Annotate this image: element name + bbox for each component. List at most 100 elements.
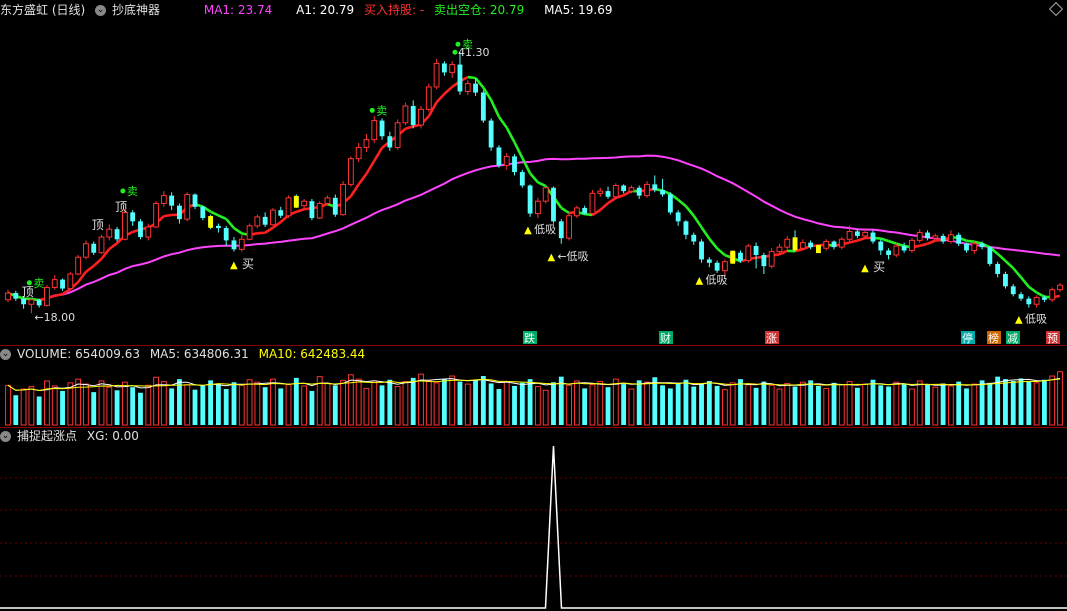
candle [75, 256, 82, 275]
candle [808, 242, 814, 248]
candle [1003, 274, 1008, 287]
volume-bar [675, 382, 681, 425]
volume-bar [699, 384, 704, 425]
candle [457, 64, 463, 92]
xg-signal-line [0, 445, 1067, 609]
signal-candle [792, 237, 798, 251]
candle [566, 215, 572, 239]
volume-bar [496, 389, 502, 425]
candle [597, 190, 604, 194]
candle [947, 234, 954, 243]
trend-line-segment [996, 252, 1007, 262]
trend-line-segment [505, 127, 516, 144]
candle [699, 241, 704, 260]
volume-bar [1018, 378, 1024, 425]
sell-dot [455, 41, 461, 47]
trend-line-segment [405, 125, 414, 131]
volume-bar [67, 382, 74, 426]
candle [932, 235, 939, 239]
trend-line-segment [537, 181, 547, 188]
candle [644, 183, 650, 197]
candle [316, 202, 323, 219]
volume-bar [761, 381, 767, 425]
candle [605, 191, 611, 197]
trend-line-segment [1035, 291, 1046, 298]
volume-bar [589, 384, 596, 426]
candle [722, 261, 728, 272]
candle [238, 238, 245, 250]
sell-dot [120, 188, 126, 194]
trend-line-segment [919, 242, 928, 248]
trend-line-segment [295, 207, 305, 214]
volume-bar [542, 389, 549, 426]
candle [215, 225, 221, 229]
trend-line-segment [54, 292, 63, 298]
sell-label: 卖 [376, 104, 387, 117]
volume-bar [223, 389, 229, 425]
candle [582, 207, 588, 214]
candle [91, 243, 97, 253]
buy-label: 买 [242, 257, 254, 271]
volume-bar [192, 389, 198, 425]
volume-bar [433, 382, 440, 426]
trend-line-segment [1004, 259, 1015, 270]
trend-line-segment [927, 239, 936, 245]
trend-line-segment [599, 202, 609, 211]
volume-bar [28, 386, 35, 426]
volume-bar [51, 385, 58, 426]
volume-bar [208, 380, 214, 425]
candle [449, 64, 456, 73]
trend-line-segment [435, 92, 446, 104]
volume-bar [551, 382, 556, 425]
volume-bar [363, 387, 370, 426]
trend-line-segment [880, 237, 889, 243]
volume-bar [75, 378, 82, 426]
candle [1049, 289, 1056, 301]
candle [854, 231, 860, 236]
volume-bar [667, 388, 673, 425]
volume-bar [660, 385, 665, 425]
candle [340, 183, 346, 216]
volume-bar [340, 379, 346, 426]
candle [831, 241, 837, 248]
signal-candle [293, 195, 299, 208]
volume-bar [332, 385, 338, 425]
candle [410, 106, 416, 126]
candle [667, 194, 673, 213]
signal-candle [816, 245, 821, 254]
candle [987, 247, 993, 264]
volume-bar [838, 384, 845, 426]
volume-bar [940, 383, 946, 425]
trend-line-segment [108, 242, 118, 251]
volume-bar [628, 388, 635, 426]
trend-line-segment [849, 239, 858, 244]
stock-chart[interactable]: 41.30←18.00卖卖卖卖顶顶顶▲ 买 ▲ 买▲ 低吸▲ ←低吸▲ 低吸▲ 低吸跌财涨停榜… [0, 0, 1067, 611]
trend-line-segment [607, 196, 617, 205]
candle [870, 232, 876, 242]
volume-bar [878, 385, 884, 425]
trend-line-segment [560, 206, 570, 215]
volume-bar [160, 381, 167, 426]
volume-bar [184, 384, 191, 426]
trend-line-segment [1028, 285, 1038, 294]
event-tag: 财 [660, 331, 671, 345]
low-suck-label: 低吸 [706, 273, 728, 286]
volume-bar [738, 379, 743, 425]
trend-line-segment [716, 247, 726, 257]
volume-bar [1003, 379, 1008, 425]
volume-bar [441, 379, 447, 425]
candle [332, 197, 338, 215]
candle [527, 185, 533, 214]
candle [846, 230, 853, 240]
volume-bar [262, 387, 268, 425]
trend-line-segment [163, 213, 172, 218]
candle [51, 279, 58, 288]
volume-bar [301, 385, 308, 426]
candle [1010, 286, 1016, 295]
low-price-label: ←18.00 [34, 311, 75, 324]
volume-bar [745, 384, 752, 426]
candle [121, 211, 128, 240]
candle [714, 262, 720, 271]
volume-bar [83, 383, 89, 426]
candle [200, 206, 206, 218]
